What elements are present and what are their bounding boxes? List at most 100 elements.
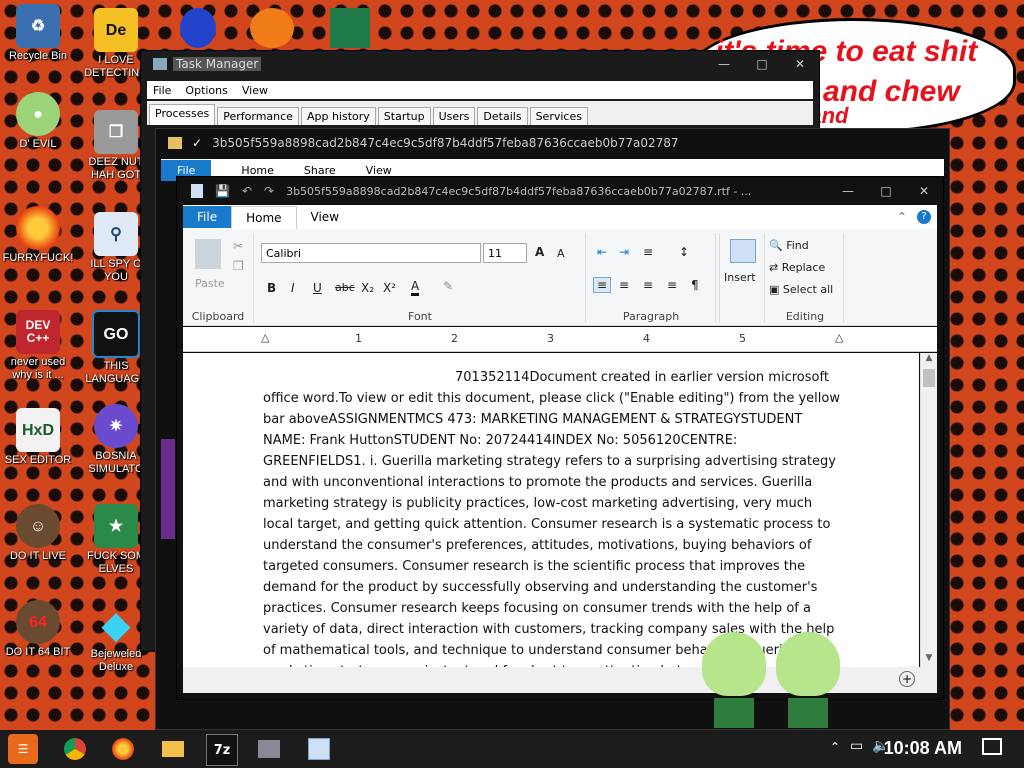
- file-explorer-icon[interactable]: [158, 734, 188, 764]
- superscript-button[interactable]: X²: [383, 281, 396, 295]
- strikethrough-button[interactable]: abc: [335, 281, 355, 294]
- wordpad-window[interactable]: 💾 ↶ ↷ 3b505f559a8898cad2b847c4ec9c5df87b…: [176, 176, 944, 700]
- minimize-button[interactable]: —: [705, 57, 743, 71]
- tab-processes[interactable]: Processes: [149, 104, 216, 125]
- close-button[interactable]: ✕: [781, 57, 819, 71]
- redo-icon[interactable]: ↷: [264, 184, 274, 198]
- indent-marker-icon[interactable]: △: [261, 331, 269, 344]
- desktop-icon-sex-editor[interactable]: HxD SEX EDITOR: [0, 408, 76, 467]
- paste-icon[interactable]: [195, 239, 221, 269]
- paragraph-settings-icon[interactable]: ¶: [691, 278, 699, 292]
- right-margin-marker-icon[interactable]: △: [835, 331, 843, 344]
- font-name-select[interactable]: Calibri: [261, 243, 481, 263]
- tab-view[interactable]: View: [297, 206, 353, 228]
- minimize-button[interactable]: —: [829, 184, 867, 198]
- help-icon[interactable]: ?: [917, 210, 931, 224]
- desktop-icon-devil[interactable]: ● D' EVIL: [0, 92, 76, 151]
- align-left-button[interactable]: ≡: [593, 277, 612, 293]
- select-all-button[interactable]: ▣ Select all: [769, 283, 833, 296]
- desktop-icon-label: DO IT LIVE: [9, 550, 67, 562]
- document-area[interactable]: 701352114Document created in earlier ver…: [183, 353, 919, 667]
- find-button[interactable]: 🔍 Find: [769, 239, 809, 252]
- undo-icon[interactable]: ↶: [242, 184, 252, 198]
- insert-button[interactable]: Insert: [724, 271, 756, 284]
- document-text[interactable]: 701352114Document created in earlier ver…: [263, 367, 843, 667]
- insert-picture-icon[interactable]: [730, 239, 756, 263]
- desktop-icon-do-it-64[interactable]: 64 DO IT 64 BIT: [0, 600, 76, 659]
- copy-icon[interactable]: ❐: [233, 259, 244, 273]
- align-right-icon[interactable]: ≡: [643, 278, 653, 292]
- sevenzip-icon[interactable]: 7z: [206, 734, 238, 766]
- ruler-number: 5: [739, 332, 746, 345]
- taskbar-clock[interactable]: 10:08 AM: [884, 738, 962, 759]
- increase-indent-icon[interactable]: ⇥: [619, 245, 629, 259]
- app-icon-p[interactable]: [250, 8, 294, 48]
- explorer-titlebar[interactable]: ✓ 3b505f559a8898cad2b847c4ec9c5df87b4ddf…: [156, 129, 949, 157]
- replace-button[interactable]: ⇄ Replace: [769, 261, 825, 274]
- firefox-icon[interactable]: [108, 734, 138, 764]
- menu-file[interactable]: File: [153, 84, 171, 97]
- grow-font-icon[interactable]: A: [535, 245, 544, 259]
- ribbon-collapse-icon[interactable]: ⌃: [897, 210, 907, 224]
- desktop-icon-furryfuck[interactable]: FURRYFUCK!: [0, 206, 76, 265]
- scroll-up-icon[interactable]: ▲: [921, 353, 937, 367]
- app-icon-publisher[interactable]: [330, 8, 370, 48]
- tab-startup[interactable]: Startup: [377, 107, 431, 125]
- explorer-tab-share[interactable]: Share: [304, 164, 336, 177]
- menu-view[interactable]: View: [242, 84, 268, 97]
- task-manager-taskbar-icon[interactable]: [254, 734, 284, 764]
- desktop-icon-recycle-bin[interactable]: ♻ Recycle Bin: [0, 4, 76, 63]
- show-hidden-icons[interactable]: ⌃: [830, 740, 840, 754]
- shrink-font-icon[interactable]: A: [557, 247, 565, 260]
- maximize-button[interactable]: □: [867, 184, 905, 198]
- windows-stack-icon: ❐: [94, 110, 138, 154]
- firefox-icon: [16, 206, 60, 250]
- vertical-scrollbar[interactable]: ▲ ▼: [920, 353, 937, 667]
- subscript-button[interactable]: X₂: [361, 281, 374, 295]
- app-icon-2[interactable]: [180, 8, 216, 48]
- bold-button[interactable]: B: [267, 281, 276, 295]
- network-icon[interactable]: ▭: [850, 738, 863, 754]
- task-manager-titlebar[interactable]: Task Manager — □ ✕: [141, 51, 819, 77]
- tab-file[interactable]: File: [183, 206, 232, 228]
- chrome-icon[interactable]: [60, 734, 90, 764]
- scroll-thumb[interactable]: [923, 369, 935, 387]
- tab-performance[interactable]: Performance: [217, 107, 299, 125]
- start-button[interactable]: ☰: [8, 734, 38, 764]
- highlight-icon[interactable]: ✎: [443, 279, 453, 293]
- bullet-list-icon[interactable]: ≡: [643, 245, 653, 259]
- paste-button[interactable]: Paste: [195, 277, 225, 290]
- editing-group: 🔍 Find ⇄ Replace ▣ Select all Editing: [767, 233, 844, 323]
- italic-button[interactable]: I: [291, 281, 295, 295]
- tab-details[interactable]: Details: [477, 107, 528, 125]
- explorer-tab-home[interactable]: Home: [241, 164, 273, 177]
- tab-users[interactable]: Users: [432, 107, 476, 125]
- save-icon[interactable]: 💾: [215, 184, 230, 198]
- align-center-icon[interactable]: ≡: [619, 278, 629, 292]
- tab-services[interactable]: Services: [529, 107, 588, 125]
- zoom-in-icon[interactable]: +: [899, 671, 915, 687]
- explorer-tab-view[interactable]: View: [366, 164, 392, 177]
- ruler-number: 3: [547, 332, 554, 345]
- desktop-icon-devcpp[interactable]: DEV C++ never used why is it ...: [0, 310, 76, 382]
- underline-button[interactable]: U: [313, 281, 322, 295]
- line-spacing-icon[interactable]: ↕: [679, 245, 689, 259]
- close-button[interactable]: ✕: [905, 184, 943, 198]
- notifications-icon[interactable]: [982, 738, 1002, 755]
- tab-app-history[interactable]: App history: [300, 107, 376, 125]
- justify-icon[interactable]: ≡: [667, 278, 677, 292]
- wordpad-taskbar-icon[interactable]: [304, 734, 334, 764]
- cut-icon[interactable]: ✂: [233, 239, 243, 253]
- spy-icon: ⚲: [94, 212, 138, 256]
- scroll-down-icon[interactable]: ▼: [921, 653, 937, 667]
- menu-options[interactable]: Options: [185, 84, 227, 97]
- tab-home[interactable]: Home: [231, 205, 297, 229]
- font-size-select[interactable]: 11: [483, 243, 527, 263]
- wordpad-ribbon-tabs: File Home View ⌃ ?: [183, 205, 937, 229]
- wordpad-titlebar[interactable]: 💾 ↶ ↷ 3b505f559a8898cad2b847c4ec9c5df87b…: [177, 177, 943, 205]
- decrease-indent-icon[interactable]: ⇤: [597, 245, 607, 259]
- ruler[interactable]: △ 1 2 3 4 5 △: [183, 327, 937, 352]
- font-color-button[interactable]: A: [411, 279, 420, 296]
- maximize-button[interactable]: □: [743, 57, 781, 71]
- desktop-icon-do-it-live[interactable]: ☺ DO IT LIVE: [0, 504, 76, 563]
